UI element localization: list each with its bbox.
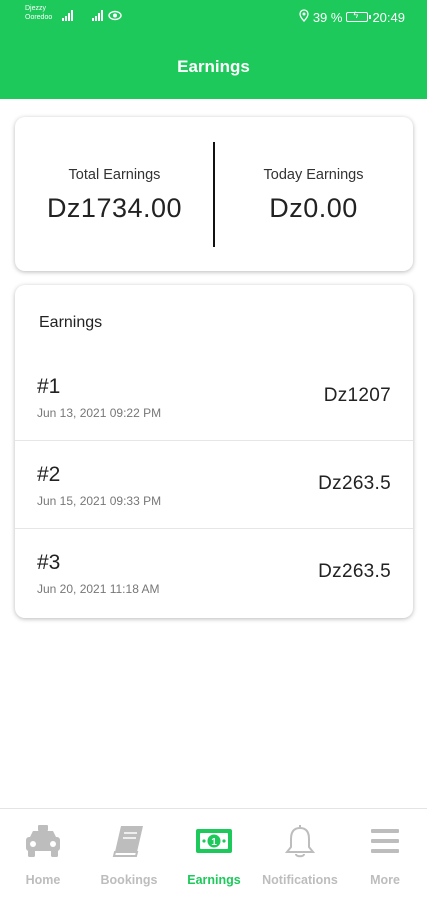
eye-icon	[108, 10, 122, 23]
menu-icon	[342, 823, 427, 861]
nav-home[interactable]: Home	[0, 809, 86, 900]
earning-number: #3	[37, 551, 61, 574]
book-icon	[86, 823, 172, 861]
nav-earnings-label: Earnings	[187, 873, 241, 887]
money-icon: 1	[171, 823, 257, 861]
nav-notifications-label: Notifications	[262, 873, 338, 887]
earning-amount: Dz1207	[323, 385, 391, 406]
earning-row[interactable]: #2 Jun 15, 2021 09:33 PM Dz263.5	[15, 463, 413, 551]
today-earnings: Today Earnings Dz0.00	[214, 117, 413, 271]
page-title: Earnings	[177, 57, 250, 76]
earning-amount: Dz263.5	[318, 561, 391, 582]
today-earnings-label: Today Earnings	[263, 167, 364, 183]
total-earnings: Total Earnings Dz1734.00	[15, 117, 214, 271]
nav-earnings[interactable]: 1 Earnings	[171, 809, 257, 900]
earning-row[interactable]: #3 Jun 20, 2021 11:18 AM Dz263.5	[15, 551, 413, 639]
signal-icon	[92, 10, 106, 23]
status-bar: Djezzy Ooredoo 39 % ϟ 20:49	[0, 0, 427, 36]
bottom-nav: Home Bookings 1 Earnings Notifications M…	[0, 808, 427, 900]
row-divider	[15, 440, 413, 441]
svg-text:1: 1	[211, 837, 217, 848]
earning-date: Jun 20, 2021 11:18 AM	[37, 582, 160, 596]
bell-icon	[257, 823, 343, 861]
app-header: Djezzy Ooredoo 39 % ϟ 20:49 Earnings	[0, 0, 427, 99]
earning-row[interactable]: #1 Jun 13, 2021 09:22 PM Dz1207	[15, 375, 413, 463]
carrier-2: Ooredoo	[25, 14, 53, 21]
earning-date: Jun 13, 2021 09:22 PM	[37, 406, 162, 420]
location-icon	[299, 9, 309, 25]
total-earnings-label: Total Earnings	[68, 167, 161, 183]
nav-more[interactable]: More	[342, 809, 427, 900]
nav-more-label: More	[370, 873, 400, 887]
earnings-list-card: Earnings #1 Jun 13, 2021 09:22 PM Dz1207…	[15, 285, 413, 618]
carrier-1: Djezzy	[25, 5, 47, 12]
status-right: 39 % ϟ 20:49	[299, 9, 405, 25]
earning-number: #2	[37, 463, 61, 486]
today-earnings-value: Dz0.00	[269, 193, 358, 223]
total-earnings-value: Dz1734.00	[46, 193, 183, 223]
taxi-icon	[0, 823, 86, 861]
clock: 20:49	[372, 9, 405, 25]
nav-bookings-label: Bookings	[100, 873, 158, 887]
nav-home-label: Home	[25, 873, 61, 887]
carrier-names: Djezzy Ooredoo	[25, 4, 52, 22]
nav-bookings[interactable]: Bookings	[86, 809, 172, 900]
earning-number: #1	[37, 375, 61, 398]
earning-date: Jun 15, 2021 09:33 PM	[37, 494, 162, 508]
earnings-list-title: Earnings	[39, 314, 103, 331]
earning-amount: Dz263.5	[318, 473, 391, 494]
battery-icon: ϟ	[346, 10, 372, 22]
battery-percent: 39 %	[312, 9, 343, 25]
nav-notifications[interactable]: Notifications	[257, 809, 343, 900]
earnings-summary-card: Total Earnings Dz1734.00 Today Earnings …	[15, 117, 413, 271]
row-divider	[15, 528, 413, 529]
signal-icon	[62, 10, 80, 23]
